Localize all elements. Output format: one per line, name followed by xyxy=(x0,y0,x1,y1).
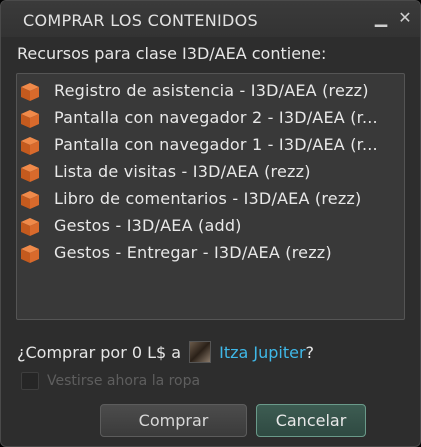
list-item-label: Gestos - I3D/AEA (add) xyxy=(54,216,242,235)
purchase-prompt-suffix: ? xyxy=(305,342,315,362)
buy-button[interactable]: Comprar xyxy=(100,404,247,437)
list-item[interactable]: Gestos - I3D/AEA (add) xyxy=(19,214,402,240)
owner-avatar-icon xyxy=(189,341,212,363)
object-cube-icon xyxy=(20,109,40,129)
object-cube-icon xyxy=(20,217,40,237)
owner-name-link[interactable]: Itza Jupiter xyxy=(219,343,305,362)
list-item[interactable]: Registro de asistencia - I3D/AEA (rezz) xyxy=(19,79,402,105)
list-item-label: Lista de visitas - I3D/AEA (rezz) xyxy=(54,162,311,181)
close-button[interactable]: ✕ xyxy=(396,9,414,27)
list-item[interactable]: Gestos - Entregar - I3D/AEA (rezz) xyxy=(19,241,402,267)
list-item-label: Pantalla con navegador 2 - I3D/AEA (r... xyxy=(54,108,378,127)
wear-now-checkbox[interactable] xyxy=(21,372,39,390)
list-item[interactable]: Libro de comentarios - I3D/AEA (rezz) xyxy=(19,187,402,213)
object-cube-icon xyxy=(20,244,40,264)
wear-now-label: Vestirse ahora la ropa xyxy=(47,373,201,389)
buy-contents-window: COMPRAR LOS CONTENIDOS ▁ ✕ Recursos para… xyxy=(0,0,421,447)
list-item-label: Pantalla con navegador 1 - I3D/AEA (r... xyxy=(54,135,378,154)
window-title: COMPRAR LOS CONTENIDOS xyxy=(23,11,258,30)
purchase-prompt: ¿Comprar por 0 L$ a Itza Jupiter? xyxy=(17,341,314,365)
object-cube-icon xyxy=(20,136,40,156)
object-cube-icon xyxy=(20,190,40,210)
list-item-label: Registro de asistencia - I3D/AEA (rezz) xyxy=(54,81,369,100)
list-item-label: Libro de comentarios - I3D/AEA (rezz) xyxy=(54,189,362,208)
cancel-button[interactable]: Cancelar xyxy=(256,404,366,437)
purchase-prompt-text: ¿Comprar por 0 L$ a xyxy=(17,342,182,362)
list-item[interactable]: Pantalla con navegador 1 - I3D/AEA (r... xyxy=(19,133,402,159)
contents-heading: Recursos para clase I3D/AEA contiene: xyxy=(17,44,327,63)
list-item[interactable]: Pantalla con navegador 2 - I3D/AEA (r... xyxy=(19,106,402,132)
object-cube-icon xyxy=(20,82,40,102)
title-bar[interactable]: COMPRAR LOS CONTENIDOS ▁ ✕ xyxy=(1,1,420,37)
minimize-button[interactable]: ▁ xyxy=(372,9,390,27)
list-item[interactable]: Lista de visitas - I3D/AEA (rezz) xyxy=(19,160,402,186)
contents-list[interactable]: Registro de asistencia - I3D/AEA (rezz) P… xyxy=(16,73,405,320)
object-cube-icon xyxy=(20,163,40,183)
list-item-label: Gestos - Entregar - I3D/AEA (rezz) xyxy=(54,243,332,262)
